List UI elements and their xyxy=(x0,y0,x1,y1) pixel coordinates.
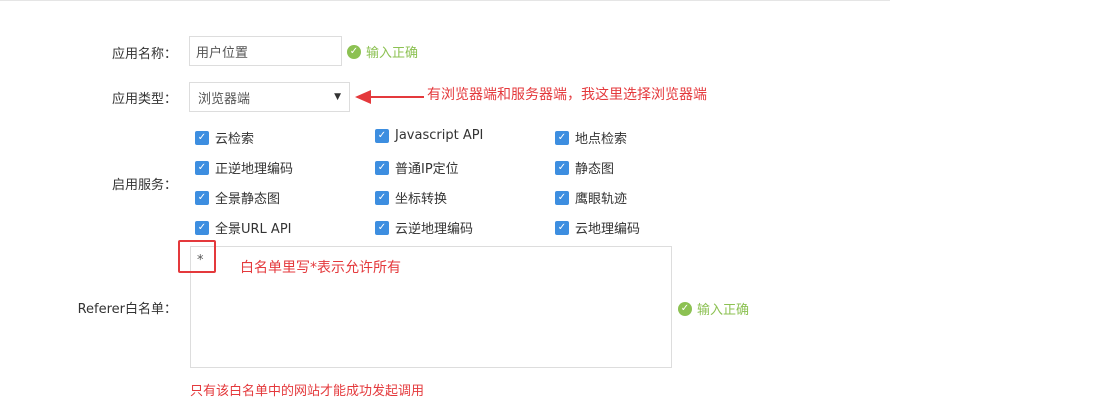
service-label: 云地理编码 xyxy=(575,222,641,237)
highlight-box xyxy=(178,240,216,273)
referer-label: Referer白名单： xyxy=(77,302,177,317)
referer-annotation: 白名单里写*表示允许所有 xyxy=(240,260,401,276)
service-item[interactable]: ✓ 地点检索 xyxy=(555,128,627,147)
service-item[interactable]: ✓ 普通IP定位 xyxy=(375,158,459,177)
checkbox-checked-icon[interactable]: ✓ xyxy=(195,130,209,145)
app-name-status: ✓ 输入正确 xyxy=(347,42,418,61)
checkbox-checked-icon[interactable]: ✓ xyxy=(375,190,389,205)
checkbox-checked-icon[interactable]: ✓ xyxy=(555,160,569,175)
service-item[interactable]: ✓ Javascript API xyxy=(375,128,483,143)
referer-status: ✓ 输入正确 xyxy=(678,299,749,318)
service-item[interactable]: ✓ 坐标转换 xyxy=(375,188,447,207)
services-label: 启用服务： xyxy=(111,178,177,193)
checkbox-checked-icon[interactable]: ✓ xyxy=(195,190,209,205)
service-label: 普通IP定位 xyxy=(395,162,459,177)
service-item[interactable]: ✓ 云检索 xyxy=(195,128,254,147)
service-label: 全景静态图 xyxy=(215,192,281,207)
service-label: 云逆地理编码 xyxy=(395,222,474,237)
service-label: 静态图 xyxy=(575,162,615,177)
service-item[interactable]: ✓ 正逆地理编码 xyxy=(195,158,293,177)
checkbox-checked-icon[interactable]: ✓ xyxy=(555,220,569,235)
app-type-annotation: 有浏览器端和服务器端，我这里选择浏览器端 xyxy=(427,87,707,103)
app-name-status-text: 输入正确 xyxy=(366,46,419,61)
app-name-input[interactable]: 用户位置 xyxy=(189,36,342,66)
service-item[interactable]: ✓ 静态图 xyxy=(555,158,614,177)
app-type-label: 应用类型： xyxy=(111,92,177,107)
service-label: 全景URL API xyxy=(215,222,292,237)
check-circle-icon: ✓ xyxy=(678,301,692,316)
service-item[interactable]: ✓ 全景URL API xyxy=(195,218,292,237)
app-name-label: 应用名称： xyxy=(111,47,177,62)
service-label: 地点检索 xyxy=(575,132,628,147)
service-item[interactable]: ✓ 云逆地理编码 xyxy=(375,218,473,237)
referer-status-text: 输入正确 xyxy=(697,303,750,318)
service-item[interactable]: ✓ 云地理编码 xyxy=(555,218,640,237)
service-item[interactable]: ✓ 全景静态图 xyxy=(195,188,280,207)
checkbox-checked-icon[interactable]: ✓ xyxy=(375,160,389,175)
check-circle-icon: ✓ xyxy=(347,44,361,59)
top-divider xyxy=(0,0,890,1)
service-label: 鹰眼轨迹 xyxy=(575,192,628,207)
checkbox-checked-icon[interactable]: ✓ xyxy=(375,220,389,235)
checkbox-checked-icon[interactable]: ✓ xyxy=(195,220,209,235)
checkbox-checked-icon[interactable]: ✓ xyxy=(555,190,569,205)
app-type-select[interactable]: 浏览器端 ▼ xyxy=(189,82,350,112)
arrow-shaft xyxy=(368,96,424,98)
service-label: 坐标转换 xyxy=(395,192,448,207)
checkbox-checked-icon[interactable]: ✓ xyxy=(375,128,389,143)
service-item[interactable]: ✓ 鹰眼轨迹 xyxy=(555,188,627,207)
app-type-selected: 浏览器端 xyxy=(198,91,251,107)
service-label: Javascript API xyxy=(395,128,484,143)
caret-down-icon: ▼ xyxy=(334,92,341,102)
service-label: 正逆地理编码 xyxy=(215,162,294,177)
checkbox-checked-icon[interactable]: ✓ xyxy=(555,130,569,145)
service-label: 云检索 xyxy=(215,132,255,147)
checkbox-checked-icon[interactable]: ✓ xyxy=(195,160,209,175)
